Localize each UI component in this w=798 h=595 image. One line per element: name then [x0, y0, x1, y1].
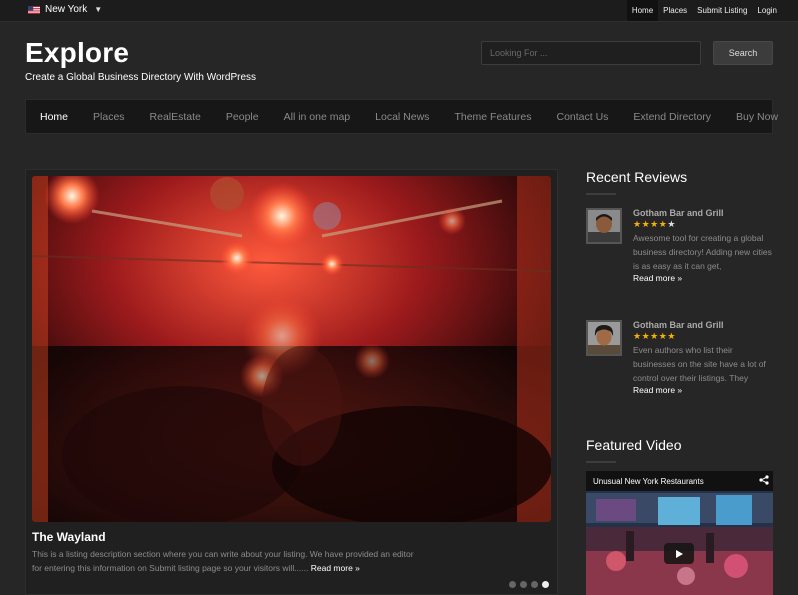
- star-icon: ★: [641, 331, 651, 341]
- star-icon: ★: [667, 219, 676, 229]
- nav-item-home[interactable]: Home: [40, 111, 68, 123]
- review-listing-name[interactable]: Gotham Bar and Grill: [633, 208, 773, 218]
- review-item: Gotham Bar and Grill ★★★★★ Even authors …: [586, 320, 776, 420]
- nav-item-extend-directory[interactable]: Extend Directory: [633, 111, 711, 123]
- star-icon: ★: [633, 331, 642, 341]
- recent-reviews-heading: Recent Reviews: [586, 169, 688, 185]
- toplink-submit-listing[interactable]: Submit Listing: [692, 0, 752, 21]
- toplink-home[interactable]: Home: [626, 0, 659, 21]
- listing-description: This is a listing description section wh…: [32, 547, 422, 575]
- slide-photo[interactable]: [32, 176, 551, 522]
- share-icon[interactable]: [759, 475, 769, 485]
- site-title[interactable]: Explore: [25, 37, 129, 69]
- slider-dot-active[interactable]: [542, 581, 549, 588]
- star-icon: ★: [650, 219, 659, 229]
- review-body: Gotham Bar and Grill ★★★★★ Awesome tool …: [633, 208, 773, 283]
- featured-video-heading: Featured Video: [586, 437, 682, 453]
- nav-item-local-news[interactable]: Local News: [375, 111, 429, 123]
- nav-item-all-in-one-map[interactable]: All in one map: [284, 111, 351, 123]
- reviewer-photo: [588, 210, 620, 242]
- avatar[interactable]: [586, 320, 622, 356]
- toplink-places[interactable]: Places: [658, 0, 692, 21]
- listing-read-more-link[interactable]: Read more »: [311, 563, 360, 573]
- review-listing-name[interactable]: Gotham Bar and Grill: [633, 320, 773, 330]
- avatar[interactable]: [586, 208, 622, 244]
- review-text: Awesome tool for creating a global busin…: [633, 233, 772, 271]
- nav-item-people[interactable]: People: [226, 111, 259, 123]
- review-item: Gotham Bar and Grill ★★★★★ Awesome tool …: [586, 208, 776, 308]
- top-links: Home Places Submit Listing Login: [626, 0, 782, 21]
- city-selector[interactable]: New York ▼: [28, 4, 102, 15]
- search-button[interactable]: Search: [713, 41, 773, 65]
- star-icon: ★: [650, 331, 659, 341]
- toplink-login[interactable]: Login: [752, 0, 782, 21]
- play-button[interactable]: [664, 543, 694, 564]
- review-body: Gotham Bar and Grill ★★★★★ Even authors …: [633, 320, 773, 395]
- heading-divider: [586, 193, 616, 195]
- star-icon: ★: [641, 219, 651, 229]
- review-text: Even authors who list their businesses o…: [633, 345, 766, 383]
- review-read-more-link[interactable]: Read more »: [633, 385, 773, 395]
- play-icon: [676, 549, 683, 558]
- nav-item-places[interactable]: Places: [93, 111, 125, 123]
- featured-video-player[interactable]: Unusual New York Restaurants: [586, 471, 773, 595]
- star-icon: ★: [633, 219, 642, 229]
- star-rating: ★★★★★: [633, 219, 773, 230]
- chevron-down-icon: ▼: [94, 5, 103, 14]
- reviewer-photo: [588, 322, 620, 354]
- heading-divider: [586, 461, 616, 463]
- video-title[interactable]: Unusual New York Restaurants: [593, 477, 704, 486]
- featured-slider: The Wayland This is a listing descriptio…: [25, 169, 558, 595]
- slider-dot[interactable]: [520, 581, 527, 588]
- nightclub-photo: [32, 176, 551, 522]
- video-thumbnail: [586, 471, 773, 595]
- site-tagline: Create a Global Business Directory With …: [25, 72, 257, 83]
- nav-item-buy-now[interactable]: Buy Now: [736, 111, 778, 123]
- search-input[interactable]: [481, 41, 701, 65]
- star-rating: ★★★★★: [633, 331, 773, 342]
- top-bar: New York ▼ Home Places Submit Listing Lo…: [0, 0, 798, 22]
- slider-dot[interactable]: [509, 581, 516, 588]
- nav-item-realestate[interactable]: RealEstate: [150, 111, 201, 123]
- nav-item-theme-features[interactable]: Theme Features: [454, 111, 531, 123]
- us-flag-icon: [28, 5, 40, 14]
- review-read-more-link[interactable]: Read more »: [633, 273, 773, 283]
- slider-pagination: [505, 581, 549, 588]
- main-nav: Home Places RealEstate People All in one…: [25, 99, 778, 134]
- nav-item-contact-us[interactable]: Contact Us: [556, 111, 608, 123]
- slider-dot[interactable]: [531, 581, 538, 588]
- listing-title[interactable]: The Wayland: [32, 530, 106, 544]
- star-icon: ★: [667, 331, 676, 341]
- city-name: New York: [45, 4, 88, 15]
